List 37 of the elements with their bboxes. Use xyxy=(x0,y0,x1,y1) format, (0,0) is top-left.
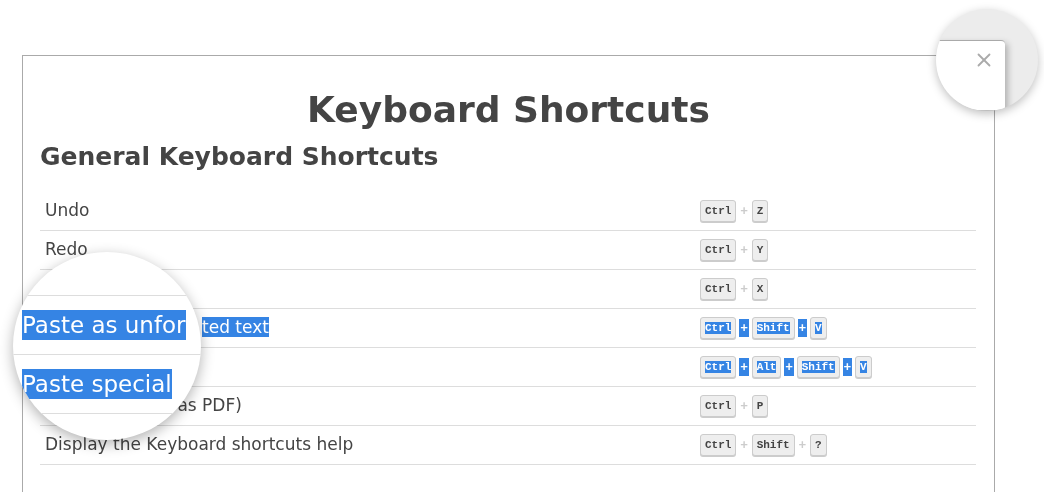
key-cap: Ctrl xyxy=(700,238,737,262)
plus-sign: + xyxy=(739,319,749,337)
key-cap: ? xyxy=(809,433,827,457)
section-heading: General Keyboard Shortcuts xyxy=(40,141,440,173)
key-cap: Ctrl xyxy=(700,355,737,379)
key-cap: Ctrl xyxy=(700,394,737,418)
shortcut-label: ted text xyxy=(202,317,269,338)
plus-sign: + xyxy=(739,358,749,376)
key-cap: Shift xyxy=(751,316,795,340)
key-cap: Shift xyxy=(751,433,795,457)
plus-sign: + xyxy=(739,203,749,220)
magnified-text: Paste special xyxy=(22,369,172,399)
shortcut-label: Display the Keyboard shortcuts help xyxy=(45,434,354,455)
key-cap: Y xyxy=(751,238,769,262)
plus-sign: + xyxy=(842,358,852,376)
plus-sign: + xyxy=(797,319,807,337)
key-cap: Ctrl xyxy=(700,316,737,340)
key-cap: V xyxy=(809,316,827,340)
shortcut-label: Undo xyxy=(45,200,90,221)
key-cap: Shift xyxy=(796,355,840,379)
key-cap: Ctrl xyxy=(700,277,737,301)
key-cap: Z xyxy=(751,199,769,223)
plus-sign: + xyxy=(739,437,749,454)
key-cap: Ctrl xyxy=(700,433,737,457)
key-cap: Ctrl xyxy=(700,199,737,223)
plus-sign: + xyxy=(784,358,794,376)
plus-sign: + xyxy=(739,242,749,259)
key-cap: X xyxy=(751,277,769,301)
shortcut-label: Redo xyxy=(45,239,88,260)
key-cap: P xyxy=(751,394,769,418)
dialog-title: Keyboard Shortcuts xyxy=(306,88,711,132)
key-cap: V xyxy=(854,355,872,379)
key-cap: Alt xyxy=(751,355,782,379)
magnified-text: Paste as unfor xyxy=(22,310,186,340)
plus-sign: + xyxy=(739,398,749,415)
plus-sign: + xyxy=(797,437,807,454)
plus-sign: + xyxy=(739,281,749,298)
